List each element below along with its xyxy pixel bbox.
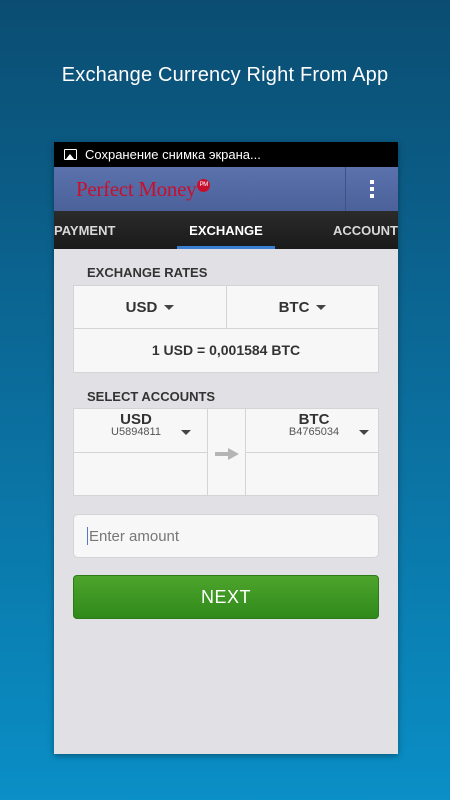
amount-placeholder: Enter amount [89, 527, 180, 545]
tab-account[interactable]: ACCOUNT [333, 211, 398, 249]
from-account-id: U5894811 [111, 426, 161, 438]
from-account-dropdown[interactable]: USD U5894811 [96, 411, 191, 453]
overflow-menu-icon[interactable] [345, 167, 398, 211]
promo-headline: Exchange Currency Right From App [61, 64, 389, 86]
to-account-id: B4765034 [288, 426, 340, 438]
to-account-dropdown[interactable]: BTC B4765034 [274, 411, 369, 453]
divider [246, 452, 378, 453]
logo-text: Perfect Money [76, 176, 197, 201]
logo: Perfect Money PM [54, 176, 211, 202]
chevron-down-icon [164, 304, 175, 310]
from-currency-value: USD [125, 298, 158, 316]
from-currency-dropdown[interactable]: USD [74, 286, 226, 328]
to-currency-dropdown[interactable]: BTC [227, 286, 378, 328]
phone-screen: Сохранение снимка экрана... Perfect Mone… [54, 142, 398, 754]
arrow-right-icon [215, 447, 239, 460]
chevron-down-icon [359, 430, 369, 435]
amount-input[interactable]: Enter amount [73, 514, 379, 558]
logo-badge: PM [197, 178, 211, 192]
exchange-rates-label: EXCHANGE RATES [87, 265, 208, 280]
text-cursor [87, 527, 88, 545]
status-bar: Сохранение снимка экрана... [54, 142, 398, 167]
exchange-rate-text: 1 USD = 0,001584 BTC [151, 342, 301, 358]
chevron-down-icon [181, 430, 191, 435]
active-tab-indicator [177, 246, 275, 249]
chevron-down-icon [316, 304, 327, 310]
app-bar: Perfect Money PM [54, 167, 398, 211]
tab-payment[interactable]: PAYMENT [54, 211, 115, 249]
to-currency-value: BTC [278, 298, 310, 316]
exchange-rates-card: USD BTC 1 USD = 0,001584 BTC [73, 285, 379, 373]
image-icon [64, 149, 77, 160]
select-accounts-card: USD U5894811 BTC B4765034 [73, 408, 379, 496]
divider [207, 409, 208, 495]
status-notification: Сохранение снимка экрана... [85, 147, 261, 162]
next-button[interactable]: NEXT [73, 575, 379, 619]
divider [74, 452, 207, 453]
tab-exchange[interactable]: EXCHANGE [177, 211, 275, 249]
tab-bar: PAYMENT EXCHANGE ACCOUNT [54, 211, 398, 249]
select-accounts-label: SELECT ACCOUNTS [87, 389, 216, 404]
